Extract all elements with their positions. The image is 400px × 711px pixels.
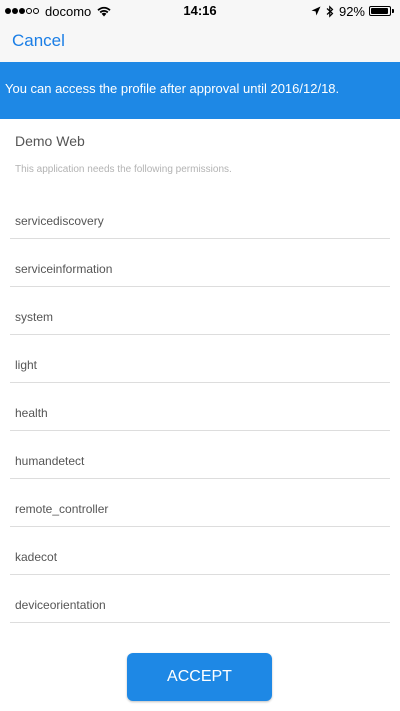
permission-item: deviceorientation (10, 575, 390, 623)
permission-label: health (15, 406, 48, 420)
permission-label: deviceorientation (15, 598, 106, 612)
battery-percent: 92% (338, 3, 365, 19)
permission-label: light (15, 358, 38, 372)
bluetooth-icon (326, 4, 334, 18)
battery-cap (392, 9, 394, 13)
location-arrow-icon (311, 6, 321, 15)
permission-item: serviceinformation (10, 239, 390, 287)
battery-icon (369, 6, 391, 16)
approval-banner: You can access the profile after approva… (0, 62, 400, 119)
permission-item: light (10, 335, 390, 383)
permission-item: system (10, 287, 390, 335)
screen: docomo 14:16 92% Cancel You can access t… (0, 0, 400, 711)
battery-fill (371, 8, 388, 14)
permission-list: servicediscovery serviceinformation syst… (10, 191, 390, 623)
status-right: 92% (311, 3, 394, 19)
cancel-button[interactable]: Cancel (12, 31, 65, 51)
permission-label: serviceinformation (15, 262, 113, 276)
permission-label: humandetect (15, 454, 85, 468)
permissions-description: This application needs the following per… (15, 164, 232, 175)
permission-item: kadecot (10, 527, 390, 575)
permission-label: servicediscovery (15, 214, 104, 228)
permission-item: servicediscovery (10, 191, 390, 239)
status-bar: docomo 14:16 92% (0, 0, 400, 22)
permission-label: remote_controller (15, 502, 109, 516)
permission-item: health (10, 383, 390, 431)
banner-message: You can access the profile after approva… (5, 81, 340, 96)
nav-bar: Cancel (0, 22, 400, 62)
permission-label: kadecot (15, 550, 58, 564)
permission-label: system (15, 310, 54, 324)
permission-item: remote_controller (10, 479, 390, 527)
permission-item: humandetect (10, 431, 390, 479)
app-name: Demo Web (15, 133, 85, 149)
accept-button[interactable]: ACCEPT (127, 653, 272, 701)
